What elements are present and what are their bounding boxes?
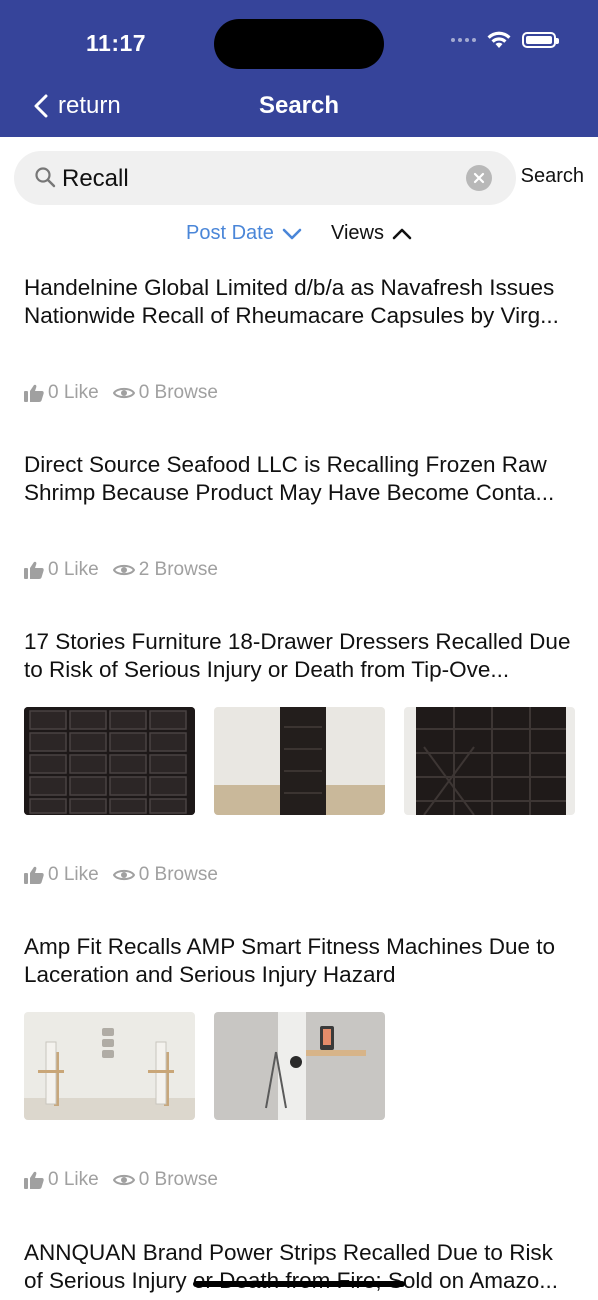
search-bar: Recall Search xyxy=(14,151,584,205)
fitness-machine-photo-closeup[interactable] xyxy=(214,1012,385,1120)
like-count-label: 0 Like xyxy=(48,864,99,885)
sort-post-date-label: Post Date xyxy=(186,222,274,244)
eye-icon xyxy=(112,1174,135,1186)
search-button[interactable]: Search xyxy=(521,165,584,188)
back-button[interactable]: return xyxy=(34,92,121,120)
sort-views[interactable]: Views xyxy=(331,222,412,245)
post-meta: 0 Like 0 Browse xyxy=(24,382,218,404)
post-title: 17 Stories Furniture 18-Drawer Dressers … xyxy=(24,629,571,682)
status-time: 11:17 xyxy=(86,30,147,56)
cellular-signal-icon xyxy=(451,38,476,42)
thumbs-up-icon xyxy=(24,561,44,579)
sort-post-date[interactable]: Post Date xyxy=(186,222,302,245)
dresser-photo-side[interactable] xyxy=(214,707,385,815)
thumbs-up-icon xyxy=(24,1171,44,1189)
back-label: return xyxy=(58,92,121,119)
browse-count-label: 2 Browse xyxy=(138,559,218,580)
browse-count: 2 Browse xyxy=(112,559,218,581)
like-count[interactable]: 0 Like xyxy=(24,382,99,404)
browse-count-label: 0 Browse xyxy=(138,864,218,885)
dynamic-island xyxy=(214,19,384,69)
search-input-value: Recall xyxy=(62,165,129,192)
browse-count-label: 0 Browse xyxy=(138,1169,218,1190)
post-meta: 0 Like 0 Browse xyxy=(24,1169,218,1191)
chevron-down-icon xyxy=(282,228,302,239)
home-indicator[interactable] xyxy=(193,1281,405,1287)
like-count[interactable]: 0 Like xyxy=(24,559,99,581)
close-icon xyxy=(473,172,485,184)
list-item[interactable]: Amp Fit Recalls AMP Smart Fitness Machin… xyxy=(24,933,576,1190)
eye-icon xyxy=(112,564,135,576)
thumbs-up-icon xyxy=(24,866,44,884)
app-header: 11:17 return Search xyxy=(0,0,598,137)
list-item[interactable]: Handelnine Global Limited d/b/a as Navaf… xyxy=(24,274,576,403)
post-title: Amp Fit Recalls AMP Smart Fitness Machin… xyxy=(24,934,556,987)
list-item[interactable]: Direct Source Seafood LLC is Recalling F… xyxy=(24,451,576,580)
sort-bar: Post Date Views xyxy=(0,222,598,250)
post-meta: 0 Like 0 Browse xyxy=(24,864,218,886)
eye-icon xyxy=(112,387,135,399)
fitness-machine-photo-wall[interactable] xyxy=(24,1012,195,1120)
like-count-label: 0 Like xyxy=(48,559,99,580)
list-item[interactable]: 17 Stories Furniture 18-Drawer Dressers … xyxy=(24,628,576,885)
clear-search-button[interactable] xyxy=(466,165,492,191)
sort-views-label: Views xyxy=(331,222,384,244)
post-title: Handelnine Global Limited d/b/a as Navaf… xyxy=(24,275,559,328)
like-count[interactable]: 0 Like xyxy=(24,864,99,886)
chevron-left-icon xyxy=(34,94,48,118)
dresser-photo-front[interactable] xyxy=(24,707,195,815)
eye-icon xyxy=(112,869,135,881)
browse-count-label: 0 Browse xyxy=(138,382,218,403)
post-images xyxy=(24,707,575,815)
search-input[interactable]: Recall xyxy=(14,151,516,205)
like-count[interactable]: 0 Like xyxy=(24,1169,99,1191)
thumbs-up-icon xyxy=(24,384,44,402)
post-images xyxy=(24,1012,385,1120)
wifi-icon xyxy=(487,31,511,48)
like-count-label: 0 Like xyxy=(48,1169,99,1190)
post-title: Direct Source Seafood LLC is Recalling F… xyxy=(24,452,555,505)
like-count-label: 0 Like xyxy=(48,382,99,403)
browse-count: 0 Browse xyxy=(112,382,218,404)
status-icons xyxy=(451,30,559,50)
battery-icon xyxy=(522,32,559,48)
browse-count: 0 Browse xyxy=(112,1169,218,1191)
chevron-up-icon xyxy=(392,228,412,239)
dresser-photo-back[interactable] xyxy=(404,707,575,815)
search-icon xyxy=(35,167,56,188)
post-meta: 0 Like 2 Browse xyxy=(24,559,218,581)
browse-count: 0 Browse xyxy=(112,864,218,886)
